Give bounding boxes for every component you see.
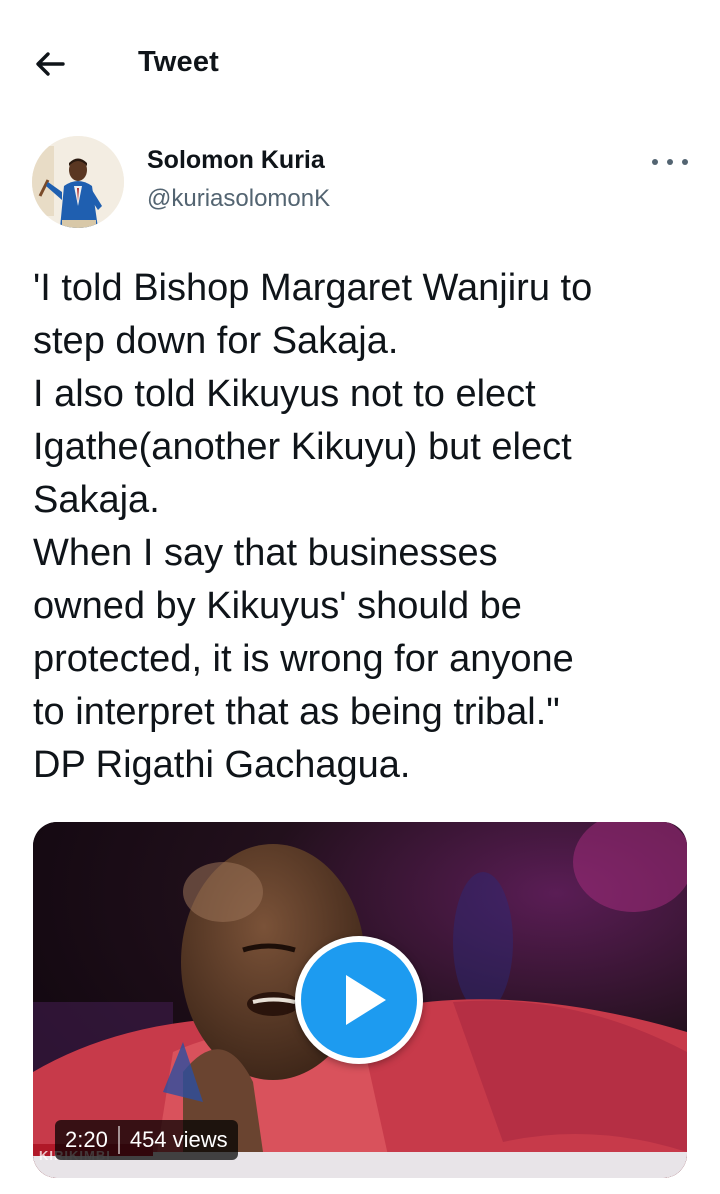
video-duration: 2:20: [65, 1127, 108, 1152]
more-horizontal-icon: [682, 159, 688, 165]
top-bar: Tweet: [0, 0, 720, 120]
author-name[interactable]: Solomon Kuria: [147, 146, 325, 175]
avatar-image: [32, 136, 124, 228]
video-views: 454 views: [129, 1127, 228, 1152]
arrow-left-icon: [36, 52, 65, 76]
page-title: Tweet: [138, 46, 220, 78]
more-horizontal-icon: [667, 159, 673, 165]
author-handle[interactable]: @kuriasolomonK: [147, 185, 330, 213]
video-player[interactable]: KIRIKIMBI 2:20 454 views: [33, 822, 687, 1178]
more-options-button[interactable]: [652, 150, 688, 174]
tweet-text: 'I told Bishop Margaret Wanjiru to step …: [33, 267, 593, 786]
more-horizontal-icon: [652, 159, 658, 165]
tweet-author: Solomon Kuria @kuriasolomonK: [0, 130, 720, 240]
video-meta: 2:20 454 views: [55, 1120, 238, 1160]
back-button[interactable]: [30, 44, 70, 84]
play-button[interactable]: [295, 936, 423, 1064]
avatar[interactable]: [32, 136, 124, 228]
play-icon: [346, 975, 386, 1025]
